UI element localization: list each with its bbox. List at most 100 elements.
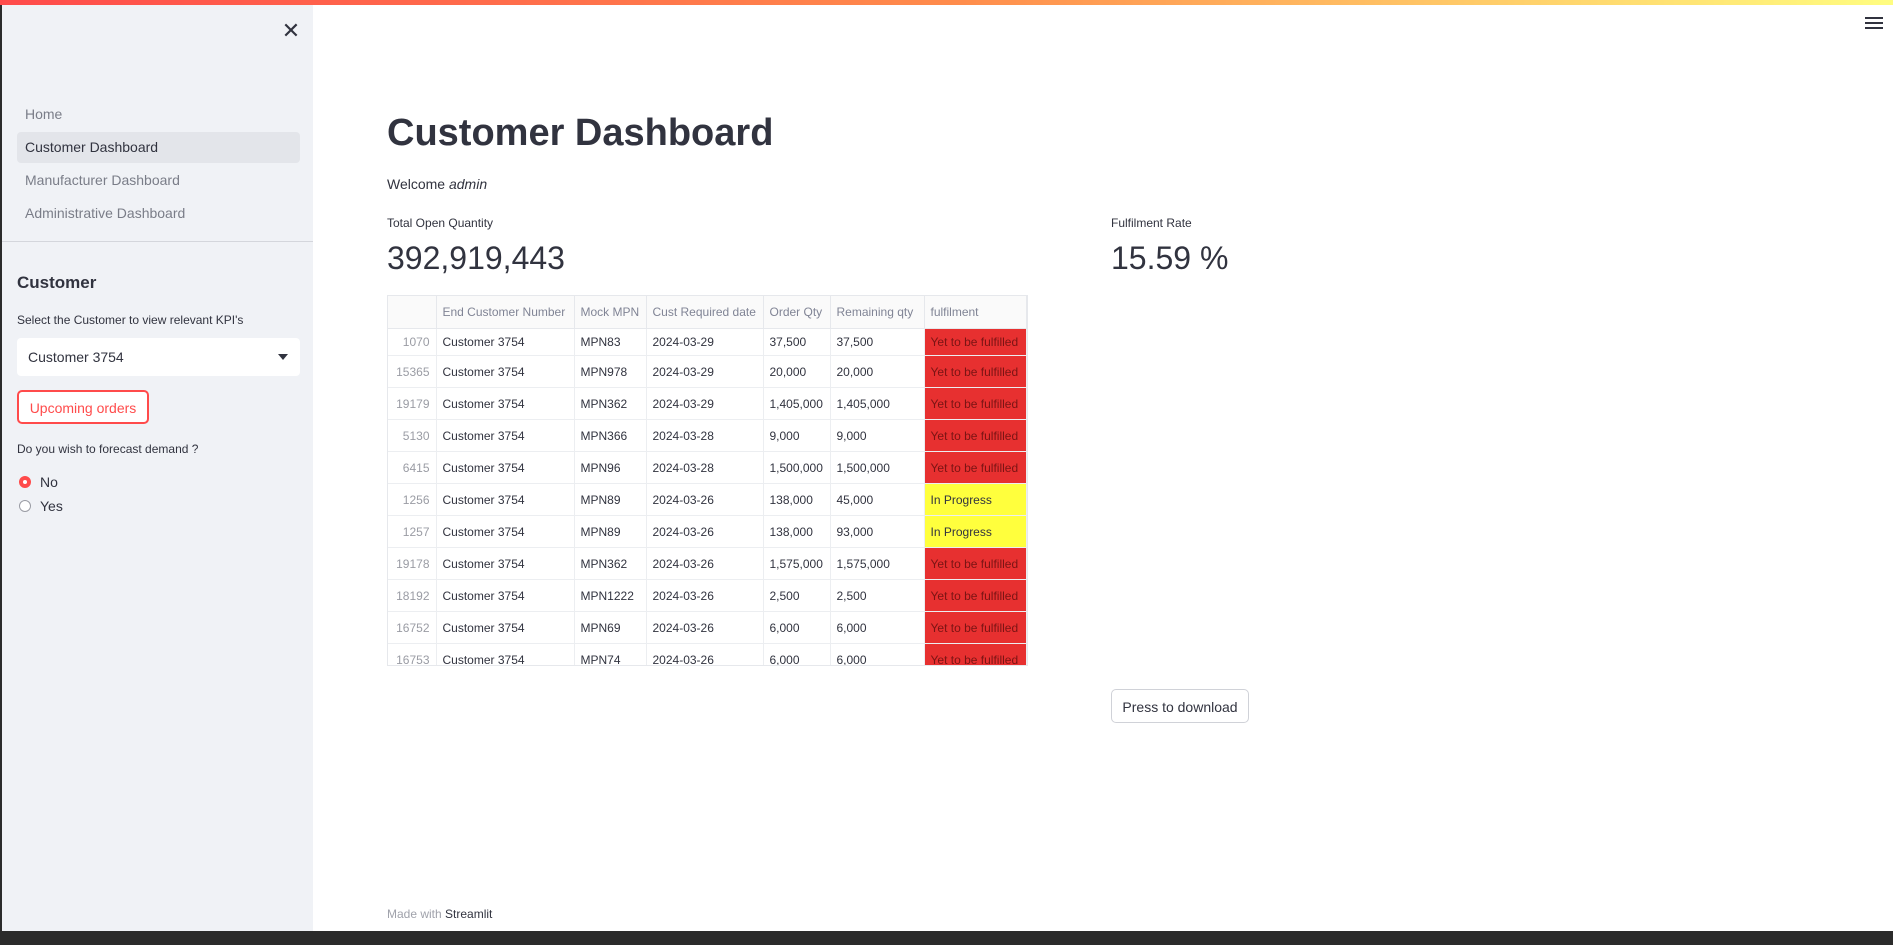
cell-mock-mpn[interactable]: MPN83 — [574, 328, 647, 356]
row-index[interactable]: 15365 — [388, 355, 437, 388]
cell-end-customer-number[interactable]: Customer 3754 — [436, 515, 575, 548]
table-row[interactable]: 6415 Customer 3754 MPN96 2024-03-28 1,500,00… — [388, 451, 1027, 484]
cell-remaining-qty[interactable]: 9,000 — [830, 419, 925, 452]
sidebar-item-administrative-dashboard[interactable]: Administrative Dashboard — [17, 198, 300, 229]
cell-cust-required-date[interactable]: 2024-03-29 — [646, 355, 764, 388]
cell-order-qty[interactable]: 1,500,000 — [763, 451, 831, 484]
column-header-mock-mpn[interactable]: Mock MPN — [574, 296, 647, 329]
column-header-end-customer-number[interactable]: End Customer Number — [436, 296, 575, 329]
cell-mock-mpn[interactable]: MPN1222 — [574, 579, 647, 612]
cell-remaining-qty[interactable]: 2,500 — [830, 579, 925, 612]
row-index[interactable]: 19179 — [388, 387, 437, 420]
row-index[interactable]: 5130 — [388, 419, 437, 452]
cell-order-qty[interactable]: 1,405,000 — [763, 387, 831, 420]
cell-mock-mpn[interactable]: MPN96 — [574, 451, 647, 484]
column-header-fulfilment[interactable]: fulfilment — [924, 296, 1027, 329]
cell-fulfilment[interactable]: Yet to be fulfilled — [924, 579, 1027, 612]
cell-cust-required-date[interactable]: 2024-03-26 — [646, 483, 764, 516]
cell-order-qty[interactable]: 138,000 — [763, 483, 831, 516]
table-row[interactable]: 19179 Customer 3754 MPN362 2024-03-29 1,405,… — [388, 387, 1027, 420]
cell-remaining-qty[interactable]: 6,000 — [830, 611, 925, 644]
table-row[interactable]: 16753 Customer 3754 MPN74 2024-03-26 6,000 6,… — [388, 643, 1027, 665]
cell-fulfilment[interactable]: Yet to be fulfilled — [924, 419, 1027, 452]
sidebar-item-customer-dashboard[interactable]: Customer Dashboard — [17, 132, 300, 163]
table-row[interactable]: 1257 Customer 3754 MPN89 2024-03-26 138,000 9… — [388, 515, 1027, 548]
footer-brand-link[interactable]: Streamlit — [445, 907, 492, 921]
cell-mock-mpn[interactable]: MPN89 — [574, 515, 647, 548]
cell-mock-mpn[interactable]: MPN978 — [574, 355, 647, 388]
cell-order-qty[interactable]: 20,000 — [763, 355, 831, 388]
table-row[interactable]: 16752 Customer 3754 MPN69 2024-03-26 6,000 6,… — [388, 611, 1027, 644]
cell-end-customer-number[interactable]: Customer 3754 — [436, 355, 575, 388]
cell-cust-required-date[interactable]: 2024-03-26 — [646, 515, 764, 548]
table-row[interactable]: 18192 Customer 3754 MPN1222 2024-03-26 2,500… — [388, 579, 1027, 612]
cell-remaining-qty[interactable]: 93,000 — [830, 515, 925, 548]
cell-order-qty[interactable]: 2,500 — [763, 579, 831, 612]
row-index[interactable]: 16752 — [388, 611, 437, 644]
cell-remaining-qty[interactable]: 1,405,000 — [830, 387, 925, 420]
row-index[interactable]: 1256 — [388, 483, 437, 516]
column-header-remaining-qty[interactable]: Remaining qty — [830, 296, 925, 329]
cell-mock-mpn[interactable]: MPN89 — [574, 483, 647, 516]
cell-fulfilment[interactable]: In Progress — [924, 515, 1027, 548]
cell-cust-required-date[interactable]: 2024-03-26 — [646, 611, 764, 644]
cell-cust-required-date[interactable]: 2024-03-28 — [646, 451, 764, 484]
row-index[interactable]: 19178 — [388, 547, 437, 580]
cell-end-customer-number[interactable]: Customer 3754 — [436, 419, 575, 452]
cell-end-customer-number[interactable]: Customer 3754 — [436, 547, 575, 580]
radio-button-yes[interactable] — [19, 500, 31, 512]
table-row[interactable]: 1256 Customer 3754 MPN89 2024-03-26 138,000 4… — [388, 483, 1027, 516]
cell-end-customer-number[interactable]: Customer 3754 — [436, 387, 575, 420]
cell-end-customer-number[interactable]: Customer 3754 — [436, 579, 575, 612]
radio-option-no[interactable]: No — [19, 472, 58, 492]
upcoming-orders-button[interactable]: Upcoming orders — [17, 390, 149, 424]
column-header-order-qty[interactable]: Order Qty — [763, 296, 831, 329]
cell-order-qty[interactable]: 9,000 — [763, 419, 831, 452]
cell-fulfilment[interactable]: Yet to be fulfilled — [924, 611, 1027, 644]
cell-fulfilment[interactable]: Yet to be fulfilled — [924, 328, 1027, 356]
cell-mock-mpn[interactable]: MPN362 — [574, 547, 647, 580]
column-header-cust-required-date[interactable]: Cust Required date — [646, 296, 764, 329]
row-index[interactable]: 1257 — [388, 515, 437, 548]
cell-mock-mpn[interactable]: MPN366 — [574, 419, 647, 452]
sidebar-item-manufacturer-dashboard[interactable]: Manufacturer Dashboard — [17, 165, 300, 196]
cell-fulfilment[interactable]: Yet to be fulfilled — [924, 643, 1027, 665]
cell-end-customer-number[interactable]: Customer 3754 — [436, 611, 575, 644]
radio-option-yes[interactable]: Yes — [19, 496, 63, 516]
cell-cust-required-date[interactable]: 2024-03-26 — [646, 643, 764, 665]
row-index[interactable]: 16753 — [388, 643, 437, 665]
row-index[interactable]: 6415 — [388, 451, 437, 484]
cell-cust-required-date[interactable]: 2024-03-29 — [646, 387, 764, 420]
cell-end-customer-number[interactable]: Customer 3754 — [436, 483, 575, 516]
cell-cust-required-date[interactable]: 2024-03-28 — [646, 419, 764, 452]
cell-order-qty[interactable]: 6,000 — [763, 643, 831, 665]
table-row[interactable]: 15365 Customer 3754 MPN978 2024-03-29 20,000… — [388, 355, 1027, 388]
cell-remaining-qty[interactable]: 6,000 — [830, 643, 925, 665]
cell-fulfilment[interactable]: Yet to be fulfilled — [924, 355, 1027, 388]
table-row[interactable]: 19178 Customer 3754 MPN362 2024-03-26 1,575,… — [388, 547, 1027, 580]
cell-order-qty[interactable]: 6,000 — [763, 611, 831, 644]
orders-table[interactable]: End Customer Number Mock MPN Cust Requir… — [387, 295, 1028, 666]
cell-end-customer-number[interactable]: Customer 3754 — [436, 643, 575, 665]
cell-remaining-qty[interactable]: 1,500,000 — [830, 451, 925, 484]
cell-order-qty[interactable]: 138,000 — [763, 515, 831, 548]
cell-cust-required-date[interactable]: 2024-03-26 — [646, 547, 764, 580]
radio-button-no[interactable] — [19, 476, 31, 488]
cell-order-qty[interactable]: 1,575,000 — [763, 547, 831, 580]
cell-cust-required-date[interactable]: 2024-03-29 — [646, 328, 764, 356]
cell-fulfilment[interactable]: In Progress — [924, 483, 1027, 516]
download-button[interactable]: Press to download — [1111, 689, 1249, 723]
cell-mock-mpn[interactable]: MPN74 — [574, 643, 647, 665]
customer-select[interactable]: Customer 3754 — [17, 338, 300, 376]
cell-mock-mpn[interactable]: MPN69 — [574, 611, 647, 644]
cell-end-customer-number[interactable]: Customer 3754 — [436, 328, 575, 356]
menu-icon[interactable] — [1865, 17, 1883, 31]
row-index[interactable]: 18192 — [388, 579, 437, 612]
row-index[interactable]: 1070 — [388, 328, 437, 356]
cell-remaining-qty[interactable]: 20,000 — [830, 355, 925, 388]
cell-remaining-qty[interactable]: 37,500 — [830, 328, 925, 356]
cell-order-qty[interactable]: 37,500 — [763, 328, 831, 356]
cell-fulfilment[interactable]: Yet to be fulfilled — [924, 547, 1027, 580]
column-header-index[interactable] — [388, 296, 437, 329]
sidebar-item-home[interactable]: Home — [17, 99, 300, 130]
